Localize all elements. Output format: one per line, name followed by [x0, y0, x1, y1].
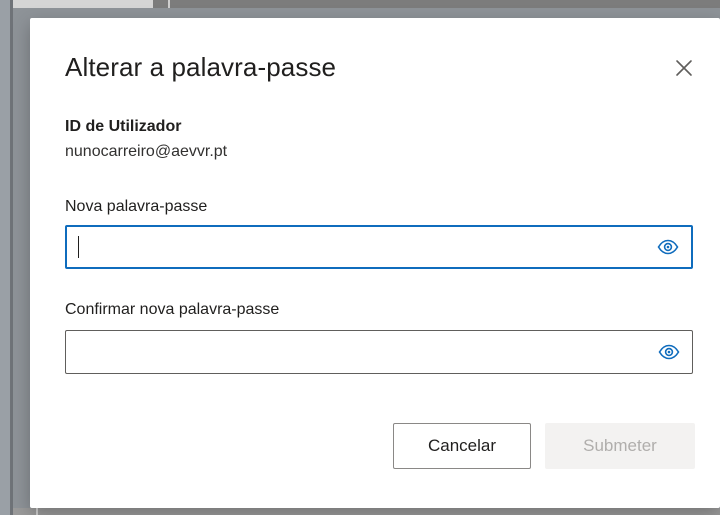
dialog-title: Alterar a palavra-passe [65, 52, 337, 82]
close-button[interactable] [670, 54, 698, 82]
new-password-label: Nova palavra-passe [65, 198, 208, 215]
backdrop-top-segment [13, 0, 153, 8]
backdrop-left-divider [10, 0, 13, 515]
confirm-password-reveal-button[interactable] [658, 344, 680, 360]
backdrop-left-strip [0, 0, 10, 515]
backdrop-bottom-edge [13, 508, 720, 515]
confirm-password-label: Confirmar nova palavra-passe [65, 301, 280, 318]
new-password-reveal-button[interactable] [657, 239, 679, 255]
text-caret [78, 236, 79, 258]
user-id-value: nunocarreiro@aevvr.pt [65, 143, 228, 160]
confirm-password-field[interactable] [65, 330, 693, 374]
submit-button[interactable]: Submeter [545, 423, 695, 469]
backdrop-bottom-tick [36, 508, 38, 515]
cancel-button[interactable]: Cancelar [393, 423, 531, 469]
eye-icon [657, 239, 679, 255]
new-password-field[interactable] [65, 225, 693, 269]
user-id-label: ID de Utilizador [65, 118, 182, 135]
backdrop-top-edge [13, 0, 720, 8]
close-icon [676, 60, 692, 76]
eye-icon [658, 344, 680, 360]
backdrop-top-tick [168, 0, 170, 8]
change-password-dialog: Alterar a palavra-passe ID de Utilizador… [30, 18, 720, 508]
